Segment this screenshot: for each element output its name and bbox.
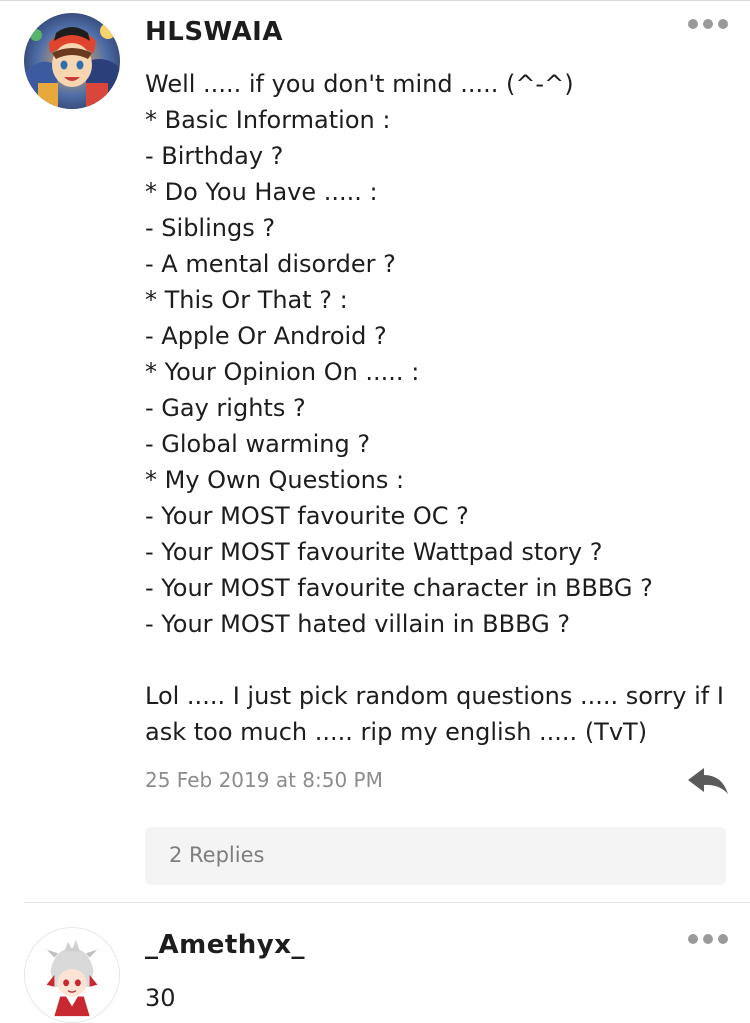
anime-character-avatar-icon xyxy=(25,928,119,1022)
comment-line: - Your MOST favourite character in BBBG … xyxy=(145,574,653,602)
comment-line: Well ..... if you don't mind ..... (^-^) xyxy=(145,70,574,98)
comment-line: ask too much ..... rip my english ..... … xyxy=(145,718,648,746)
comment-line: * Basic Information : xyxy=(145,106,391,134)
comment-line: - A mental disorder ? xyxy=(145,250,396,278)
avatar[interactable] xyxy=(24,13,120,109)
reply-arrow-icon[interactable] xyxy=(686,766,730,796)
comment-line xyxy=(145,642,725,678)
comment-body: Well ..... if you don't mind ..... (^-^)… xyxy=(145,66,725,750)
comment-line: - Gay rights ? xyxy=(145,394,306,422)
comment-line: * My Own Questions : xyxy=(145,466,405,494)
comment-line: - Your MOST favourite Wattpad story ? xyxy=(145,538,603,566)
comment-line: 30 xyxy=(145,984,176,1012)
comment-line: - Your MOST hated villain in BBBG ? xyxy=(145,610,571,638)
username[interactable]: HLSWAIA xyxy=(145,17,283,47)
dot xyxy=(703,934,713,944)
username[interactable]: _Amethyx_ xyxy=(145,930,305,960)
comment-line: - Apple Or Android ? xyxy=(145,322,387,350)
comment-line: - Your MOST favourite OC ? xyxy=(145,502,469,530)
replies-count-label: 2 Replies xyxy=(169,843,265,867)
dot xyxy=(688,934,698,944)
dot xyxy=(703,19,713,29)
top-divider xyxy=(0,0,750,1)
dot xyxy=(718,934,728,944)
more-dots-icon[interactable] xyxy=(688,932,728,946)
comment-line: * Do You Have ..... : xyxy=(145,178,378,206)
comment-body: 30 xyxy=(145,980,725,1016)
comment-line: * This Or That ? : xyxy=(145,286,348,314)
comment-timestamp: 25 Feb 2019 at 8:50 PM xyxy=(145,768,383,792)
comment-divider xyxy=(24,902,750,903)
comment-line: - Global warming ? xyxy=(145,430,371,458)
dot xyxy=(718,19,728,29)
dot xyxy=(688,19,698,29)
avatar[interactable] xyxy=(24,927,120,1023)
comment-line: - Birthday ? xyxy=(145,142,284,170)
comment-line: Lol ..... I just pick random questions .… xyxy=(145,682,724,710)
comment-line: - Siblings ? xyxy=(145,214,276,242)
view-replies-button[interactable]: 2 Replies xyxy=(145,827,726,885)
anime-character-avatar-icon xyxy=(24,13,120,109)
more-dots-icon[interactable] xyxy=(688,17,728,31)
comment-line: * Your Opinion On ..... : xyxy=(145,358,420,386)
